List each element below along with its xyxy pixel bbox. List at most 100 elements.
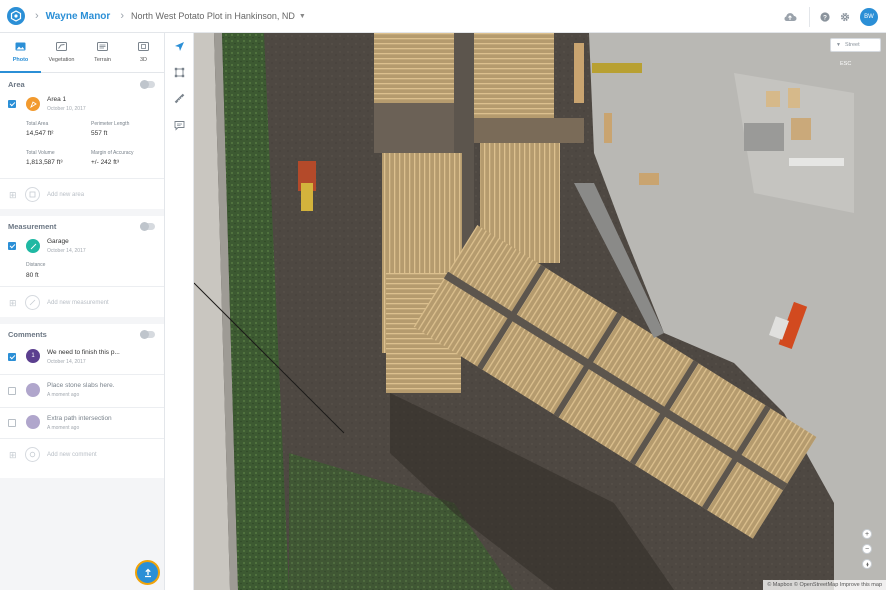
zoom-out-button[interactable]: −	[862, 544, 872, 554]
comment-date: A moment ago	[47, 392, 80, 398]
3d-icon	[138, 42, 149, 53]
add-comment-label: Add new comment	[47, 452, 97, 458]
section-gap	[0, 317, 164, 324]
perimeter-label: Perimeter Length	[91, 121, 130, 127]
comment-badge-icon	[26, 415, 40, 429]
breadcrumb-org[interactable]: Wayne Manor	[46, 11, 111, 22]
add-measurement-row[interactable]: ⊞ Add new measurement	[0, 287, 164, 317]
section-title: Area	[8, 79, 25, 89]
help-icon[interactable]: ?	[820, 12, 830, 22]
vegetation-icon	[56, 42, 67, 53]
tab-3d[interactable]: 3D	[123, 33, 164, 72]
add-comment-icon	[25, 447, 40, 462]
upload-icon	[144, 568, 151, 577]
comment-text: Place stone slabs here.	[47, 382, 115, 389]
measurement-checkbox[interactable]	[8, 242, 16, 250]
comment-checkbox[interactable]	[8, 419, 16, 427]
total-area-label: Total Area	[26, 121, 49, 127]
gear-icon[interactable]	[840, 12, 850, 22]
svg-text:?: ?	[823, 14, 827, 21]
tab-terrain[interactable]: Terrain	[82, 33, 123, 72]
area-name: Area 1	[47, 96, 67, 103]
area-visibility-toggle[interactable]	[140, 79, 155, 89]
comment-date: A moment ago	[47, 425, 80, 431]
tab-photo[interactable]: Photo	[0, 33, 41, 73]
comment-date: October 14, 2017	[47, 359, 86, 365]
comment-text: We need to finish this p...	[47, 349, 120, 356]
tab-label: Terrain	[94, 57, 111, 63]
comment-badge-icon	[26, 383, 40, 397]
app-logo-icon[interactable]	[7, 7, 25, 25]
area-section-header: Area	[0, 74, 164, 94]
compass-button[interactable]	[862, 559, 872, 569]
select-arrow-icon[interactable]	[173, 40, 186, 53]
header-divider	[809, 7, 810, 27]
total-area-value: 14,547 ft²	[26, 130, 54, 137]
tab-label: 3D	[139, 57, 148, 63]
tab-label: Vegetation	[48, 57, 75, 63]
plus-icon: ⊞	[9, 450, 17, 460]
terrain-icon	[97, 42, 108, 53]
section-title: Measurement	[8, 221, 57, 231]
tab-vegetation[interactable]: Vegetation	[41, 33, 82, 72]
chevron-down-icon[interactable]: ▼	[299, 13, 306, 20]
distance-value: 80 ft	[26, 272, 39, 279]
measurement-date: October 14, 2017	[47, 248, 86, 254]
caret-down-icon: ▼	[836, 42, 841, 48]
accuracy-label: Margin of Accuracy	[91, 150, 134, 156]
map-style-label: Street	[844, 42, 860, 48]
top-header: › Wayne Manor › North West Potato Plot i…	[0, 0, 886, 33]
plus-icon: ⊞	[9, 190, 17, 200]
add-measurement-label: Add new measurement	[47, 300, 109, 306]
area-checkbox[interactable]	[8, 100, 16, 108]
section-title: Comments	[8, 329, 47, 339]
comment-item[interactable]: Place stone slabs here. A moment ago	[0, 375, 164, 407]
accuracy-value: +/- 242 ft³	[91, 159, 119, 166]
measurement-badge-icon	[26, 239, 40, 253]
photo-icon	[15, 42, 26, 53]
comments-section-header: Comments	[0, 324, 164, 344]
map-view[interactable]: ▼ Street ESC + − © Mapbox © OpenStreetMa…	[194, 33, 886, 590]
chevron-right-icon: ›	[120, 10, 124, 22]
cloud-upload-icon[interactable]	[783, 12, 797, 22]
section-gap	[0, 209, 164, 216]
measurement-item[interactable]: Garage October 14, 2017 Distance 80 ft	[0, 236, 164, 286]
add-area-label: Add new area	[47, 192, 85, 198]
add-area-icon	[25, 187, 40, 202]
layers-panel: Photo Vegetation Terrain 3D Area Area 1 …	[0, 33, 165, 590]
measurement-visibility-toggle[interactable]	[140, 221, 155, 231]
compass-icon	[865, 561, 869, 567]
map-tools	[165, 33, 194, 590]
view-tabs: Photo Vegetation Terrain 3D	[0, 33, 164, 73]
ruler-tool-icon[interactable]	[173, 92, 186, 105]
distance-label: Distance	[26, 262, 46, 268]
map-style-dropdown[interactable]: ▼ Street	[830, 38, 881, 52]
upload-button[interactable]	[135, 560, 160, 585]
total-volume-value: 1,813,587 ft³	[26, 159, 63, 166]
comment-item[interactable]: Extra path intersection A moment ago	[0, 408, 164, 438]
polygon-tool-icon[interactable]	[173, 66, 186, 79]
map-attribution[interactable]: © Mapbox © OpenStreetMap Improve this ma…	[763, 580, 886, 590]
measurement-section-header: Measurement	[0, 216, 164, 236]
area-item[interactable]: Area 1 October 10, 2017 Total Area 14,54…	[0, 94, 164, 178]
comment-text: Extra path intersection	[47, 415, 112, 422]
tab-label: Photo	[12, 57, 29, 63]
area-badge-icon	[26, 97, 40, 111]
comment-checkbox[interactable]	[8, 387, 16, 395]
area-date: October 10, 2017	[47, 106, 86, 112]
esc-hint: ESC	[840, 61, 852, 67]
comment-checkbox[interactable]	[8, 353, 16, 361]
breadcrumb-project[interactable]: North West Potato Plot in Hankinson, ND	[131, 11, 295, 21]
add-comment-row[interactable]: ⊞ Add new comment	[0, 439, 164, 469]
user-avatar[interactable]: BW	[860, 8, 878, 26]
zoom-in-button[interactable]: +	[862, 529, 872, 539]
plus-icon: ⊞	[9, 298, 17, 308]
chevron-right-icon: ›	[35, 10, 39, 22]
comment-tool-icon[interactable]	[173, 119, 186, 132]
add-area-row[interactable]: ⊞ Add new area	[0, 179, 164, 209]
comment-item[interactable]: 1 We need to finish this p... October 14…	[0, 344, 164, 374]
aerial-imagery	[194, 33, 886, 590]
comments-visibility-toggle[interactable]	[140, 329, 155, 339]
add-measurement-icon	[25, 295, 40, 310]
perimeter-value: 557 ft	[91, 130, 108, 137]
